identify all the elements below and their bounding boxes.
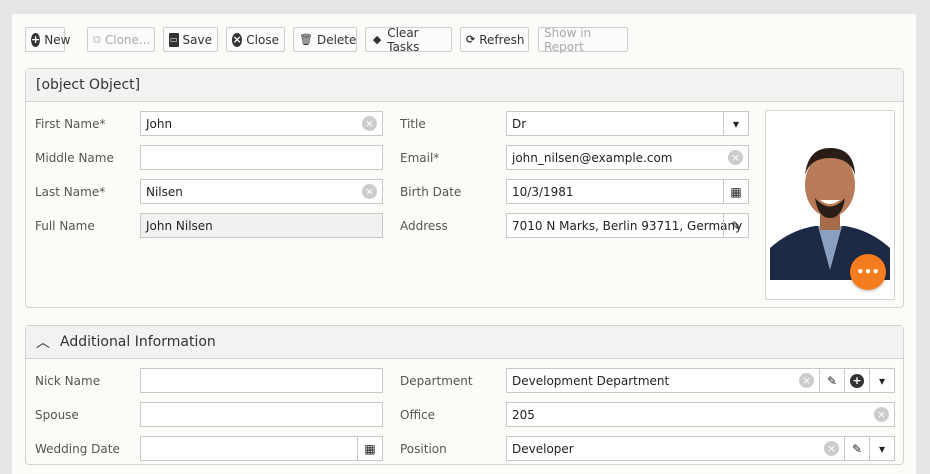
- clear-icon[interactable]: ×: [728, 150, 743, 165]
- floppy-icon: ▭: [169, 32, 179, 47]
- nick-name-input[interactable]: [140, 368, 383, 393]
- wedding-date-input[interactable]: ▦: [140, 436, 383, 461]
- office-value: 205: [512, 407, 535, 422]
- chevron-down-icon[interactable]: ▾: [869, 437, 894, 460]
- pencil-icon[interactable]: ✎: [844, 437, 869, 460]
- calendar-icon[interactable]: ▦: [723, 180, 748, 203]
- clear-icon[interactable]: ×: [362, 184, 377, 199]
- birth-date-value: 10/3/1981: [512, 184, 574, 199]
- new-button[interactable]: + New: [25, 27, 70, 52]
- email-input[interactable]: john_nilsen@example.com ×: [506, 145, 749, 170]
- refresh-button[interactable]: ⟳ Refresh: [460, 27, 529, 52]
- clear-icon[interactable]: ×: [824, 441, 839, 456]
- spouse-label: Spouse: [35, 408, 79, 422]
- calendar-icon[interactable]: ▦: [357, 437, 382, 460]
- wedding-date-label: Wedding Date: [35, 442, 120, 456]
- department-value: Development Department: [512, 373, 670, 388]
- additional-info-header[interactable]: ︿ Additional Information: [26, 326, 903, 359]
- photo-box: •••: [765, 110, 895, 300]
- delete-button[interactable]: 🗑 Delete: [293, 27, 357, 52]
- refresh-label: Refresh: [479, 32, 525, 47]
- show-in-report-label: Show in Report: [544, 25, 592, 54]
- chevron-up-icon[interactable]: ︿: [36, 332, 50, 352]
- close-button[interactable]: × Close: [226, 27, 285, 52]
- birth-date-label: Birth Date: [400, 185, 462, 199]
- first-name-input[interactable]: John ×: [140, 111, 383, 136]
- save-label: Save: [182, 32, 212, 47]
- save-button[interactable]: ▭ Save: [163, 27, 218, 52]
- close-circle-icon: ×: [232, 32, 243, 47]
- clear-icon[interactable]: ×: [874, 407, 889, 422]
- spouse-input[interactable]: [140, 402, 383, 427]
- full-name-value: John Nilsen: [146, 218, 213, 233]
- address-input[interactable]: 7010 N Marks, Berlin 93711, Germany ✎: [506, 213, 749, 238]
- clone-label: Clone...: [104, 32, 151, 47]
- pencil-icon[interactable]: ✎: [819, 369, 844, 392]
- details-title: [object Object]: [36, 77, 141, 93]
- clone-button[interactable]: ⧉ Clone...: [87, 27, 155, 52]
- first-name-label: First Name*: [35, 117, 106, 131]
- close-label: Close: [246, 32, 279, 47]
- birth-date-input[interactable]: 10/3/1981 ▦: [506, 179, 749, 204]
- middle-name-label: Middle Name: [35, 151, 114, 165]
- title-value: Dr: [512, 116, 527, 131]
- first-name-value: John: [146, 116, 173, 131]
- last-name-value: Nilsen: [146, 184, 183, 199]
- plus-circle-icon: +: [31, 32, 41, 47]
- last-name-input[interactable]: Nilsen ×: [140, 179, 383, 204]
- title-select[interactable]: Dr ▾: [506, 111, 749, 136]
- chevron-down-icon[interactable]: ▾: [869, 369, 894, 392]
- position-label: Position: [400, 442, 447, 456]
- details-header: [object Object]: [26, 69, 903, 102]
- eraser-icon: ◆: [372, 33, 382, 46]
- clear-icon[interactable]: ×: [362, 116, 377, 131]
- plus-circle-icon[interactable]: +: [844, 369, 869, 392]
- email-value: john_nilsen@example.com: [512, 150, 673, 165]
- clear-tasks-label: Clear Tasks: [387, 25, 420, 54]
- address-value: 7010 N Marks, Berlin 93711, Germany: [512, 218, 743, 233]
- trash-icon: 🗑: [299, 33, 313, 46]
- address-label: Address: [400, 219, 448, 233]
- office-input[interactable]: 205 ×: [506, 402, 895, 427]
- last-name-label: Last Name*: [35, 185, 106, 199]
- chevron-down-icon[interactable]: ▾: [723, 112, 748, 135]
- more-actions-button[interactable]: •••: [850, 254, 886, 290]
- middle-name-input[interactable]: [140, 145, 383, 170]
- full-name-label: Full Name: [35, 219, 95, 233]
- clear-icon[interactable]: ×: [799, 373, 814, 388]
- pencil-icon[interactable]: ✎: [723, 214, 748, 237]
- delete-label: Delete: [316, 32, 357, 47]
- position-input[interactable]: Developer × ✎ ▾: [506, 436, 895, 461]
- title-label: Title: [400, 117, 426, 131]
- show-in-report-button[interactable]: Show in Report: [538, 25, 628, 54]
- new-label: New: [44, 32, 71, 47]
- department-label: Department: [400, 374, 473, 388]
- office-label: Office: [400, 408, 436, 422]
- clear-tasks-button[interactable]: ◆ Clear Tasks: [365, 25, 452, 54]
- full-name-input: John Nilsen: [140, 213, 383, 238]
- position-value: Developer: [512, 441, 574, 456]
- clone-icon: ⧉: [93, 32, 101, 46]
- nick-name-label: Nick Name: [35, 374, 101, 388]
- additional-info-title: Additional Information: [60, 334, 216, 350]
- email-label: Email*: [400, 151, 440, 165]
- refresh-icon: ⟳: [466, 33, 476, 46]
- department-input[interactable]: Development Department × ✎ + ▾: [506, 368, 895, 393]
